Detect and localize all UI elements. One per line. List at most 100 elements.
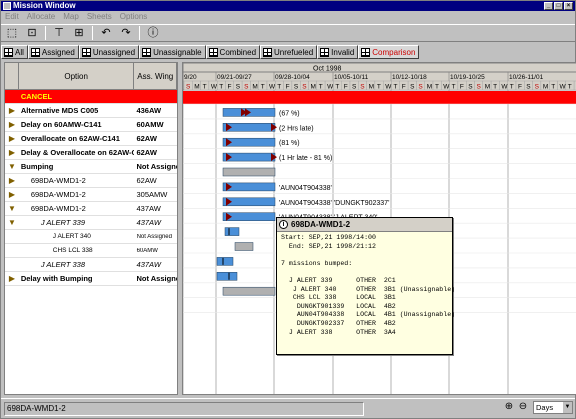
menu-options[interactable]: Options xyxy=(120,12,148,22)
bar-label: (2 Hrs late) xyxy=(279,125,314,132)
day-letter: T xyxy=(377,84,381,91)
option-cell: 698DA-WMD1-2 xyxy=(30,176,86,185)
week-label: 10/19-10/25 xyxy=(450,74,485,81)
day-letter: T xyxy=(568,84,572,91)
toolbar-separator xyxy=(92,26,93,40)
grid-icon xyxy=(81,47,91,57)
day-letter: W xyxy=(501,84,508,91)
zoom-in-icon[interactable]: ⊕ xyxy=(503,401,515,413)
collapse-icon[interactable]: ▼ xyxy=(5,204,19,213)
scale-icon[interactable]: ⊞ xyxy=(72,26,86,40)
day-letter: S xyxy=(477,84,482,91)
grid-icon xyxy=(30,47,40,57)
tab-comparison[interactable]: Comparison xyxy=(358,45,420,59)
day-letter: F xyxy=(460,84,464,91)
wing-cell: Not Assigned xyxy=(136,233,172,240)
table-row[interactable]: ▶ 698DA-WMD1-2 62AW xyxy=(5,174,177,188)
table-row[interactable]: ▶Delay with Bumping Not Assigned xyxy=(5,272,177,286)
select-icon[interactable]: ⬚ xyxy=(5,26,19,40)
chevron-down-icon[interactable]: ▼ xyxy=(563,402,572,413)
minimize-button[interactable]: _ xyxy=(544,2,553,10)
table-row[interactable]: ▶ 698DA-WMD1-2 305AMW xyxy=(5,188,177,202)
day-letter: F xyxy=(402,84,406,91)
table-row[interactable]: ▶ Delay on 60AMW-C141 60AMW xyxy=(5,118,177,132)
tooltip-header: i 698DA-WMD1-2 xyxy=(277,218,452,232)
day-letter: S xyxy=(352,84,357,91)
option-cell: CHS LCL 338 xyxy=(52,247,93,254)
expand-icon[interactable]: ▶ xyxy=(5,148,19,157)
tab-unassignable[interactable]: Unassignable xyxy=(139,45,206,59)
table-row[interactable]: ▶ Alternative MDS C005 436AW xyxy=(5,104,177,118)
expand-icon[interactable]: ▶ xyxy=(5,134,19,143)
toolbar-separator xyxy=(139,26,140,40)
menu-sheets[interactable]: Sheets xyxy=(87,12,112,22)
table-row[interactable]: ▼ J ALERT 339 437AW xyxy=(5,216,177,230)
tab-assigned[interactable]: Assigned xyxy=(27,45,79,59)
day-letter: T xyxy=(219,84,223,91)
option-cell: Delay & Overallocate on 62AW-C141 xyxy=(20,148,135,157)
close-button[interactable]: × xyxy=(564,2,573,10)
time-unit-select[interactable]: Days ▼ xyxy=(533,401,573,414)
toolbar-separator xyxy=(45,26,46,40)
expand-column-header xyxy=(5,63,19,89)
grid-icon xyxy=(361,47,371,57)
tab-invalid[interactable]: Invalid xyxy=(317,45,359,59)
menu-allocate[interactable]: Allocate xyxy=(27,12,55,22)
table-row[interactable]: ▼Bumping Not Assigned xyxy=(5,160,177,174)
wing-cell: Not Assigned xyxy=(136,274,177,283)
rect-select-icon[interactable]: ⊡ xyxy=(25,26,39,40)
zoom-out-icon[interactable]: ⊖ xyxy=(517,401,529,413)
app-icon xyxy=(3,2,11,10)
tab-unassigned[interactable]: Unassigned xyxy=(78,45,140,59)
day-letter: T xyxy=(452,84,456,91)
wing-cell: 62AW xyxy=(136,134,157,143)
day-letter: T xyxy=(435,84,439,91)
expand-icon[interactable]: ▶ xyxy=(5,120,19,129)
week-label: 10/26-11/01 xyxy=(509,74,544,81)
undo-icon[interactable]: ↶ xyxy=(99,26,113,40)
filter-icon[interactable]: ⊤ xyxy=(52,26,66,40)
day-letter: F xyxy=(344,84,348,91)
option-cell: Delay on 60AMW-C141 xyxy=(20,120,102,129)
table-row[interactable]: CANCEL xyxy=(5,90,177,104)
option-column-header[interactable]: Option xyxy=(19,63,135,89)
week-label: 09/21-09/27 xyxy=(217,74,252,81)
day-letter: M xyxy=(369,84,374,91)
table-row[interactable]: ▶Delay & Overallocate on 62AW-C14162AW xyxy=(5,146,177,160)
wing-cell: Not Assigned xyxy=(136,162,177,171)
table-body: CANCEL ▶ Alternative MDS C005 436AW ▶ Delay o… xyxy=(5,90,177,286)
info-icon[interactable]: ⓘ xyxy=(146,26,160,40)
expand-icon[interactable]: ▶ xyxy=(5,106,19,115)
table-row[interactable]: ▶ Overallocate on 62AW-C141 62AW xyxy=(5,132,177,146)
table-row[interactable]: ▼ 698DA-WMD1-2 437AW xyxy=(5,202,177,216)
tab-unrefueled[interactable]: Unrefueled xyxy=(260,45,318,59)
table-row[interactable]: CHS LCL 338 60AMW xyxy=(5,244,177,258)
table-row[interactable]: J ALERT 340 Not Assigned xyxy=(5,230,177,244)
expand-icon[interactable]: ▶ xyxy=(5,176,19,185)
mission-bar xyxy=(216,272,238,281)
option-cell: J ALERT 339 xyxy=(40,218,86,227)
expand-icon[interactable]: ▶ xyxy=(5,190,19,199)
tab-combined[interactable]: Combined xyxy=(205,45,261,59)
expand-icon[interactable]: ▶ xyxy=(5,274,19,283)
title-bar[interactable]: Mission Window _ □ × xyxy=(1,1,575,11)
table-row[interactable]: J ALERT 338 437AW xyxy=(5,258,177,272)
maximize-button[interactable]: □ xyxy=(554,2,563,10)
bar-label: 'AUN04T904338' xyxy=(279,185,332,192)
day-letter: S xyxy=(468,84,473,91)
wing-cell: 437AW xyxy=(136,218,162,227)
option-cell: Delay with Bumping xyxy=(20,274,93,283)
grid-icon xyxy=(142,47,152,57)
redo-icon[interactable]: ↷ xyxy=(119,26,133,40)
tab-all[interactable]: All xyxy=(1,45,28,59)
day-letter: T xyxy=(394,84,398,91)
menu-map[interactable]: Map xyxy=(63,12,79,22)
day-letter: M xyxy=(194,84,199,91)
collapse-icon[interactable]: ▼ xyxy=(5,162,19,171)
menu-edit[interactable]: Edit xyxy=(5,12,19,22)
wing-cell: 62AW xyxy=(136,176,157,185)
wing-cell: 62AW xyxy=(136,148,157,157)
wing-column-header[interactable]: Ass. Wing xyxy=(134,63,177,89)
table-header: Option Ass. Wing xyxy=(5,63,177,90)
collapse-icon[interactable]: ▼ xyxy=(5,218,19,227)
